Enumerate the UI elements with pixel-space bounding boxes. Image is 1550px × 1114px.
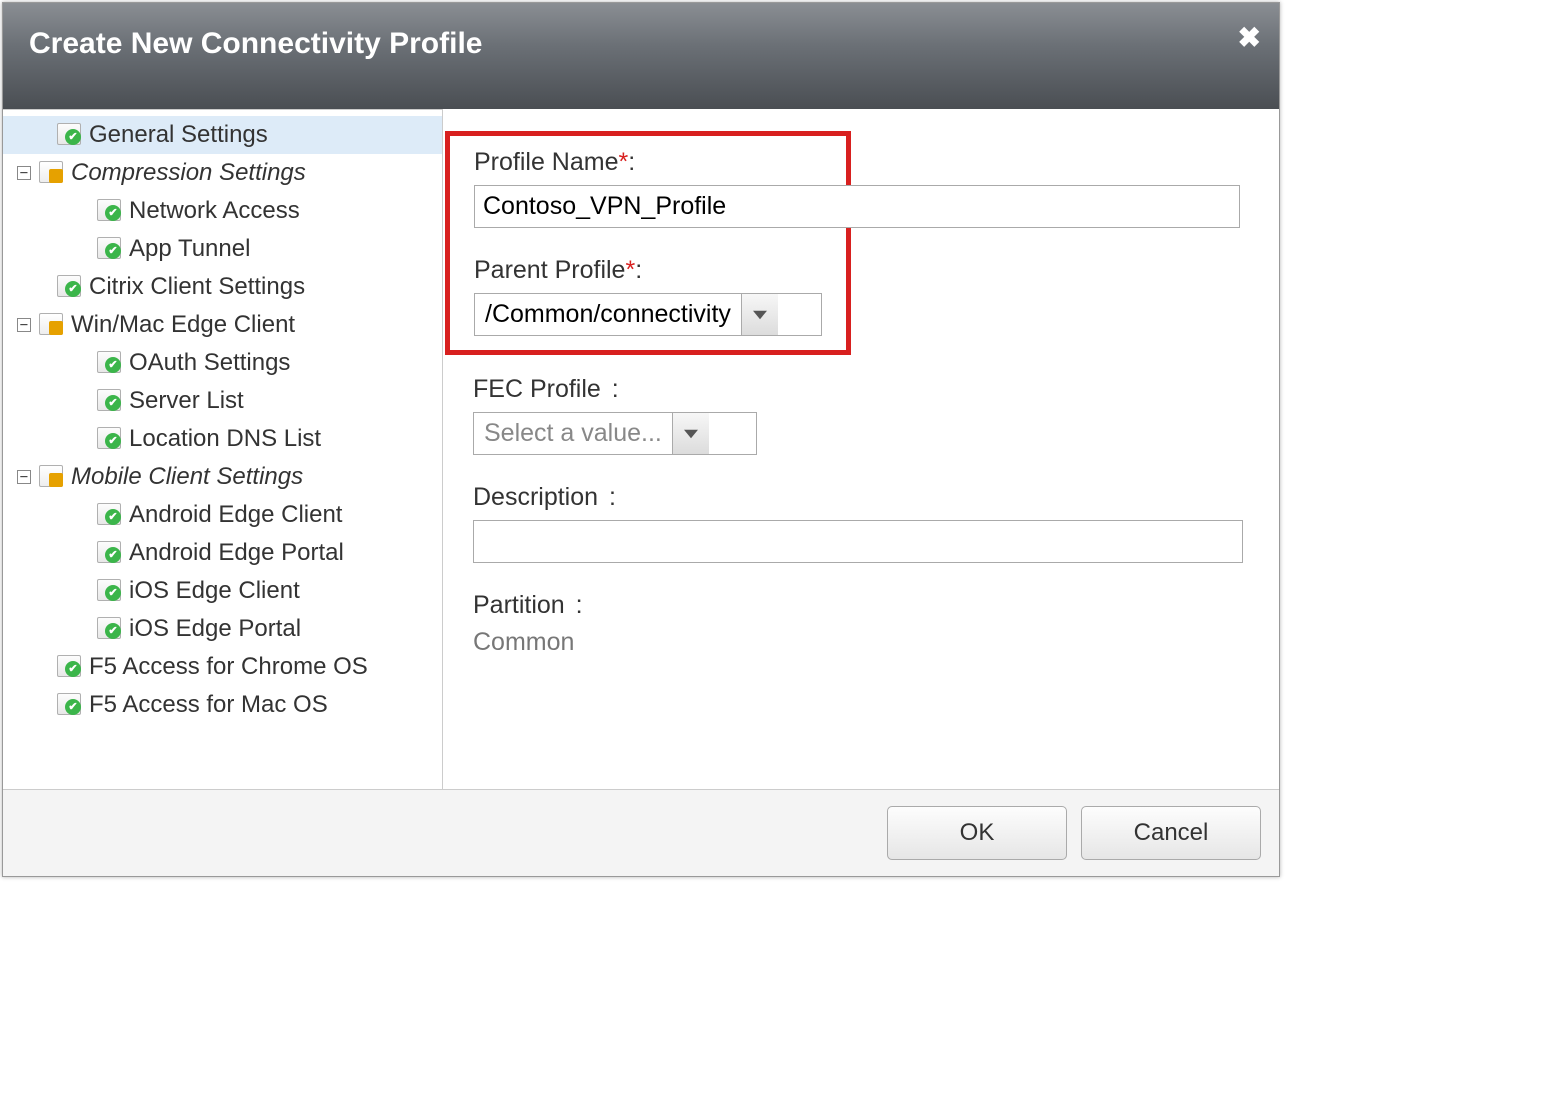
tree-item-label: Compression Settings [71,159,306,187]
description-input[interactable] [473,520,1243,563]
page-check-icon [95,351,123,375]
tree-item-label: Server List [129,387,244,415]
page-check-icon [55,123,83,147]
close-icon[interactable]: ✖ [1238,21,1261,54]
field-description: Description : [473,483,1259,563]
fec-profile-label-text: FEC Profile [473,375,601,403]
tree-item[interactable]: iOS Edge Client [3,572,442,610]
tree-item[interactable]: OAuth Settings [3,344,442,382]
page-check-icon [95,389,123,413]
page-check-icon [95,617,123,641]
tree-item[interactable]: Citrix Client Settings [3,268,442,306]
tree-item-label: Citrix Client Settings [89,273,305,301]
tree-item[interactable]: App Tunnel [3,230,442,268]
required-marker: * [619,148,629,176]
partition-value: Common [473,628,1259,657]
folder-icon [37,313,65,337]
tree-item[interactable]: Location DNS List [3,420,442,458]
fec-profile-label: FEC Profile : [473,375,1259,404]
tree-item-label: App Tunnel [129,235,250,263]
folder-icon [37,465,65,489]
tree-item-label: F5 Access for Chrome OS [89,653,368,681]
partition-label: Partition : [473,591,1259,620]
page-check-icon [55,275,83,299]
parent-profile-label-text: Parent Profile [474,256,625,284]
tree-item[interactable]: Android Edge Client [3,496,442,534]
settings-tree: General Settings − Compression Settings Net… [3,109,443,789]
page-check-icon [55,693,83,717]
tree-item-label: iOS Edge Client [129,577,300,605]
page-check-icon [95,541,123,565]
partition-label-text: Partition [473,591,565,619]
parent-profile-value: /Common/connectivity [475,294,741,335]
description-label-text: Description [473,483,598,511]
dialog-titlebar: Create New Connectivity Profile ✖ [3,3,1279,109]
profile-name-input[interactable] [474,185,1240,228]
tree-expander-icon[interactable]: − [17,318,31,332]
page-check-icon [95,579,123,603]
tree-item-label: OAuth Settings [129,349,290,377]
tree-item[interactable]: − Win/Mac Edge Client [3,306,442,344]
dialog-title: Create New Connectivity Profile [29,27,482,60]
tree-item[interactable]: − Compression Settings [3,154,442,192]
create-connectivity-profile-dialog: Create New Connectivity Profile ✖ Genera… [2,2,1280,877]
tree-item-label: iOS Edge Portal [129,615,301,643]
tree-item[interactable]: iOS Edge Portal [3,610,442,648]
tree-expander-icon[interactable]: − [17,166,31,180]
field-parent-profile: Parent Profile*: /Common/connectivity [474,256,840,336]
page-check-icon [95,237,123,261]
tree-item[interactable]: Android Edge Portal [3,534,442,572]
dialog-footer: OK Cancel [3,789,1279,876]
chevron-down-icon[interactable] [672,413,709,454]
page-check-icon [95,199,123,223]
profile-name-label-text: Profile Name [474,148,619,176]
field-partition: Partition : Common [473,591,1259,657]
form-panel: Profile Name*: Parent Profile*: /Common/… [443,109,1279,789]
tree-item-label: Android Edge Portal [129,539,344,567]
tree-item-label: Android Edge Client [129,501,342,529]
tree-item[interactable]: − Mobile Client Settings [3,458,442,496]
tree-item[interactable]: General Settings [3,116,442,154]
page-check-icon [95,503,123,527]
tree-item[interactable]: F5 Access for Chrome OS [3,648,442,686]
profile-name-label: Profile Name*: [474,148,840,177]
tree-item-label: Mobile Client Settings [71,463,303,491]
tree-expander-icon[interactable]: − [17,470,31,484]
field-profile-name: Profile Name*: [474,148,840,228]
tree-item[interactable]: Server List [3,382,442,420]
tree-item-label: Location DNS List [129,425,321,453]
required-fields-highlight: Profile Name*: Parent Profile*: /Common/… [445,131,851,355]
field-fec-profile: FEC Profile : Select a value... [473,375,1259,455]
fec-profile-select[interactable]: Select a value... [473,412,757,455]
dialog-body: General Settings − Compression Settings Net… [3,109,1279,789]
tree-item-label: Network Access [129,197,300,225]
page-check-icon [55,655,83,679]
fec-profile-placeholder: Select a value... [474,413,672,454]
chevron-down-icon[interactable] [741,294,778,335]
folder-icon [37,161,65,185]
required-marker: * [625,256,635,284]
description-label: Description : [473,483,1259,512]
tree-item[interactable]: Network Access [3,192,442,230]
page-check-icon [95,427,123,451]
tree-item-label: General Settings [89,121,268,149]
ok-button[interactable]: OK [887,806,1067,860]
cancel-button[interactable]: Cancel [1081,806,1261,860]
tree-item[interactable]: F5 Access for Mac OS [3,686,442,724]
parent-profile-label: Parent Profile*: [474,256,840,285]
tree-item-label: F5 Access for Mac OS [89,691,328,719]
parent-profile-select[interactable]: /Common/connectivity [474,293,822,336]
tree-item-label: Win/Mac Edge Client [71,311,295,339]
